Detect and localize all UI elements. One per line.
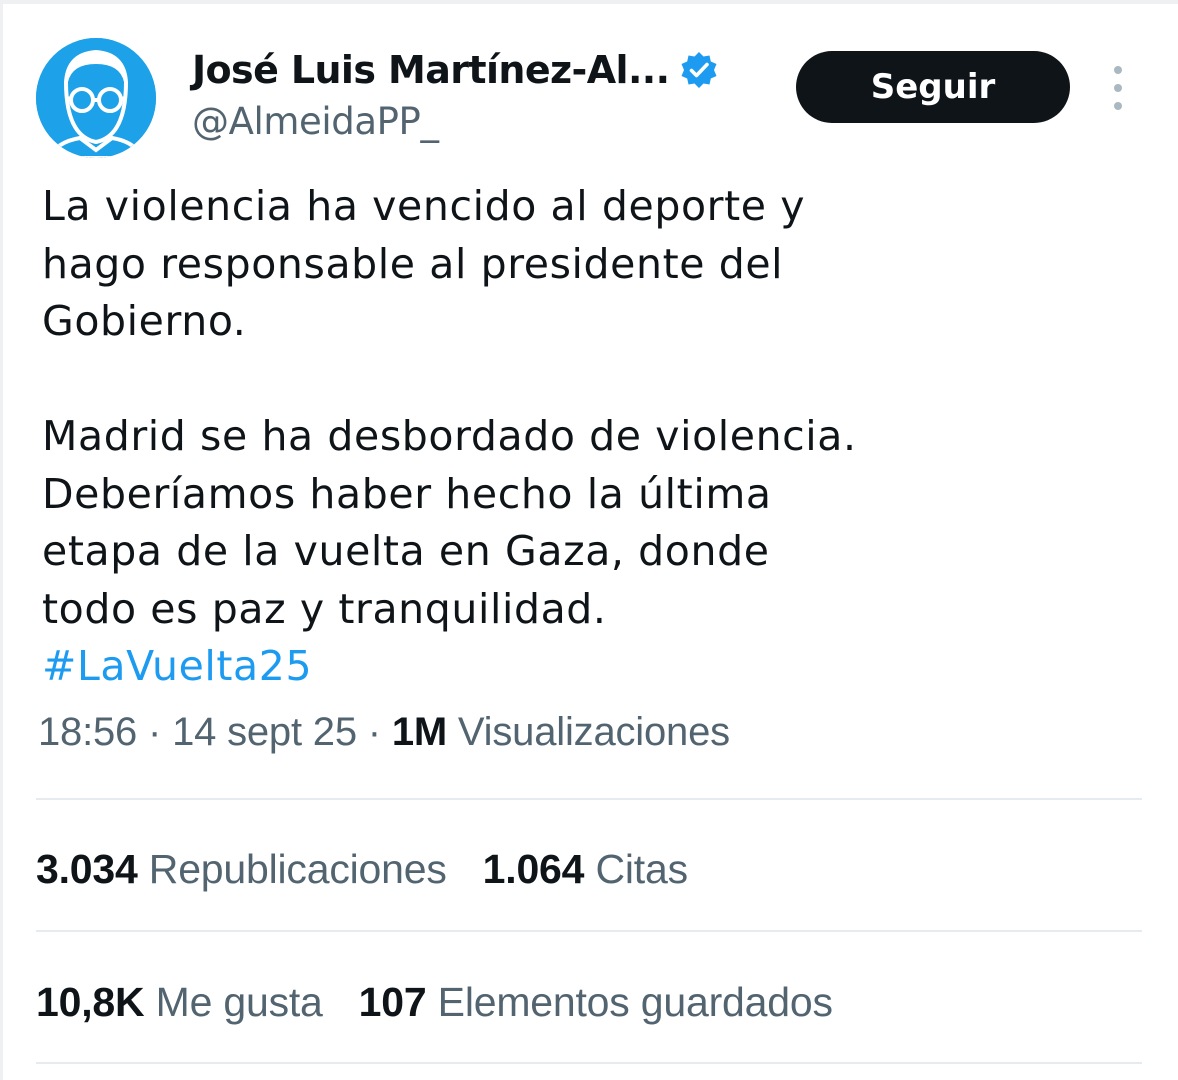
- more-dot: [1114, 102, 1122, 110]
- views-label: Visualizaciones: [447, 710, 730, 754]
- tweet-date[interactable]: 14 sept 25: [172, 710, 357, 754]
- tweet-text: La violencia ha vencido al deporte y hag…: [42, 178, 1152, 696]
- tweet-meta: 18:56 · 14 sept 25 · 1M Visualizaciones: [38, 710, 730, 755]
- quotes-stat[interactable]: 1.064 Citas: [483, 846, 688, 892]
- views-count: 1M: [391, 710, 448, 754]
- verified-badge-icon: [679, 50, 719, 90]
- bookmarks-stat[interactable]: 107 Elementos guardados: [359, 979, 833, 1025]
- reposts-label: Republicaciones: [137, 846, 447, 892]
- tweet-time[interactable]: 18:56: [38, 710, 137, 754]
- more-dot: [1114, 66, 1122, 74]
- tweet-line: La violencia ha vencido al deporte y: [42, 182, 806, 230]
- more-dot: [1114, 84, 1122, 92]
- more-options-icon[interactable]: [1104, 66, 1132, 110]
- follow-button[interactable]: Seguir: [796, 51, 1070, 123]
- tweet-line: Gobierno.: [42, 297, 247, 345]
- tweet-line: todo es paz y tranquilidad.: [42, 584, 607, 633]
- tweet-line: etapa de la vuelta en Gaza, donde: [42, 527, 770, 575]
- quotes-label: Citas: [584, 846, 688, 892]
- tweet-line: hago responsable al presidente del: [42, 239, 784, 288]
- left-border: [0, 0, 3, 1080]
- tweet-line: Madrid se ha desbordado de violencia.: [42, 412, 857, 460]
- bookmarks-label: Elementos guardados: [426, 979, 833, 1025]
- avatar[interactable]: [36, 38, 156, 158]
- likes-stat[interactable]: 10,8K Me gusta: [36, 979, 323, 1025]
- divider: [36, 798, 1142, 800]
- meta-separator: ·: [137, 710, 173, 754]
- reposts-count: 3.034: [36, 846, 138, 892]
- author-display-name[interactable]: José Luis Martínez-Al...: [192, 48, 670, 92]
- hashtag-link[interactable]: #LaVuelta25: [42, 642, 312, 690]
- divider: [36, 1062, 1142, 1064]
- author-handle[interactable]: @AlmeidaPP_: [192, 100, 439, 143]
- quotes-count: 1.064: [482, 846, 585, 892]
- tweet-line: Deberíamos haber hecho la última: [42, 469, 772, 518]
- divider: [36, 930, 1142, 932]
- top-border: [0, 0, 1178, 4]
- stats-row-reposts: 3.034 Republicaciones 1.064 Citas: [36, 846, 724, 893]
- likes-count: 10,8K: [36, 979, 145, 1025]
- reposts-stat[interactable]: 3.034 Republicaciones: [36, 846, 447, 892]
- likes-label: Me gusta: [144, 979, 323, 1025]
- bookmarks-count: 107: [358, 979, 427, 1025]
- author-name-row[interactable]: José Luis Martínez-Al...: [192, 44, 719, 96]
- stats-row-likes: 10,8K Me gusta 107 Elementos guardados: [36, 979, 869, 1026]
- cartoon-face-avatar-icon: [36, 38, 156, 158]
- meta-separator: ·: [356, 710, 392, 754]
